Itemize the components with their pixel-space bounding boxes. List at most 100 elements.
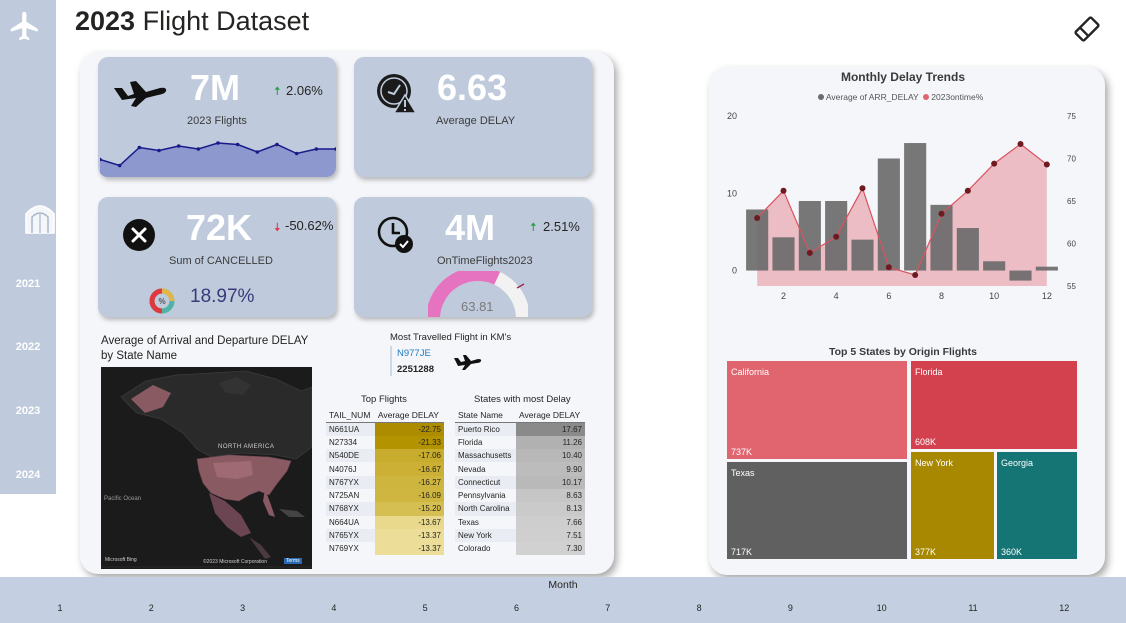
year-2023[interactable]: 2023 (0, 405, 56, 417)
state-delay-row[interactable]: New York 7.51 (455, 528, 585, 543)
ontime-point[interactable] (833, 233, 840, 240)
month-tick[interactable]: 9 (780, 603, 800, 613)
delay-bar[interactable] (851, 239, 874, 271)
treemap-tile-florida[interactable]: Florida 608K (911, 361, 1077, 449)
month-tick[interactable]: 7 (598, 603, 618, 613)
plane-small-icon (454, 355, 482, 370)
month-tick[interactable]: 2 (141, 603, 161, 613)
tile-value: 608K (915, 437, 937, 447)
col-header[interactable]: Average DELAY (516, 410, 585, 423)
year-2022[interactable]: 2022 (0, 341, 56, 353)
top-flight-row[interactable]: N768YX -15.20 (326, 502, 444, 516)
origin-treemap[interactable]: California 737K Texas 717K Florida 608K … (727, 361, 1078, 559)
ontime-point[interactable] (859, 185, 866, 192)
delay-value: 6.63 (437, 67, 508, 108)
month-tick[interactable]: 3 (233, 603, 253, 613)
state-delay-row[interactable]: Pennsylvania 8.63 (455, 488, 585, 503)
kpi-card-ontime: 4M 🠅 2.51% OnTimeFlights2023 63.81 (354, 197, 592, 317)
monthly-delay-chart[interactable]: 20 10 0 75 70 65 60 55 2 4 6 8 10 12 (716, 104, 1096, 304)
cell-value: 10.40 (516, 449, 585, 463)
cell-name: N765YX (326, 528, 375, 543)
ontime-point[interactable] (938, 210, 945, 217)
ontime-point[interactable] (780, 187, 787, 194)
col-header[interactable]: Average DELAY (374, 410, 444, 423)
top-flight-row[interactable]: N765YX -13.37 (326, 528, 444, 543)
month-tick[interactable]: 11 (963, 603, 983, 613)
delay-bar[interactable] (983, 261, 1006, 271)
state-delay-row[interactable]: Colorado 7.30 (455, 542, 585, 556)
cell-value: 10.17 (516, 475, 585, 489)
top-flight-row[interactable]: N767YX -16.27 (326, 475, 444, 489)
year-2024[interactable]: 2024 (0, 469, 56, 481)
state-delay-row[interactable]: Connecticut 10.17 (455, 475, 585, 489)
top-flight-row[interactable]: N4076J -16.67 (326, 462, 444, 476)
treemap-tile-texas[interactable]: Texas 717K (727, 462, 907, 559)
state-delay-row[interactable]: Florida 11.26 (455, 435, 585, 450)
ontime-point[interactable] (912, 271, 919, 278)
delay-bar[interactable] (1035, 266, 1058, 271)
y2-tick-label: 60 (1067, 240, 1076, 249)
cell-value: -15.20 (374, 502, 444, 516)
top-flight-row[interactable]: N769YX -13.37 (326, 542, 444, 556)
kpi-card-cancelled: 72K 🠇 -50.62% Sum of CANCELLED % 18.97% (98, 197, 336, 317)
month-tick[interactable]: 8 (689, 603, 709, 613)
most-travelled-divider (390, 346, 392, 376)
month-tick[interactable]: 1 (50, 603, 70, 613)
sparkline-point (255, 150, 260, 154)
ontime-point[interactable] (885, 264, 892, 271)
x-tick-label: 6 (886, 291, 891, 301)
ontime-point[interactable] (991, 160, 998, 167)
eraser-icon[interactable] (1070, 12, 1104, 46)
cell-value: 7.66 (516, 515, 585, 529)
delay-bar[interactable] (904, 143, 927, 271)
state-delay-map[interactable]: NORTH AMERICA Pacific Ocean Microsoft Bi… (101, 367, 312, 569)
state-delay-row[interactable]: North Carolina 8.13 (455, 502, 585, 516)
delay-bar[interactable] (956, 228, 979, 271)
top-flight-row[interactable]: N661UA -22.75 (326, 422, 444, 436)
sparkline-point (216, 141, 220, 145)
state-delay-row[interactable]: Puerto Rico 17.67 (455, 422, 585, 436)
year-2021[interactable]: 2021 (0, 278, 56, 290)
month-tick[interactable]: 12 (1054, 603, 1074, 613)
month-tick[interactable]: 10 (872, 603, 892, 613)
delay-bar[interactable] (772, 237, 795, 271)
month-slicer[interactable]: Month 1 2 3 4 5 6 7 8 9 10 11 12 (0, 577, 1126, 623)
delay-bar[interactable] (1009, 270, 1032, 281)
legend-swatch (818, 94, 824, 100)
hangar-icon[interactable] (24, 200, 56, 234)
top-flight-row[interactable]: N725AN -16.09 (326, 488, 444, 503)
top-flight-row[interactable]: N27334 -21.33 (326, 435, 444, 450)
delay-bar[interactable] (877, 158, 900, 271)
ontime-point[interactable] (1043, 161, 1050, 168)
x-tick-label: 4 (834, 291, 839, 301)
treemap-tile-california[interactable]: California 737K (727, 361, 907, 459)
ontime-point[interactable] (964, 187, 971, 194)
cell-name: N27334 (326, 435, 375, 450)
cell-value: 7.30 (516, 542, 585, 556)
month-slicer-title: Month (548, 579, 578, 591)
most-travelled-tail[interactable]: N977JE (397, 348, 431, 359)
top-flight-row[interactable]: N664UA -13.67 (326, 515, 444, 529)
state-delay-row[interactable]: Texas 7.66 (455, 515, 585, 529)
ontime-clock-icon (377, 216, 413, 253)
ontime-point[interactable] (754, 215, 761, 221)
cancelled-label: Sum of CANCELLED (169, 255, 273, 267)
tile-name: Georgia (1001, 458, 1034, 468)
cell-name: N767YX (326, 475, 375, 489)
state-delay-row[interactable]: Massachusetts 10.40 (455, 449, 585, 463)
treemap-tile-georgia[interactable]: Georgia 360K (997, 452, 1077, 559)
col-header[interactable]: TAIL_NUM (326, 410, 375, 423)
treemap-tile-new-york[interactable]: New York 377K (911, 452, 994, 559)
sparkline-point (314, 147, 319, 151)
top-flight-row[interactable]: N540DE -17.06 (326, 449, 444, 463)
tile-name: Florida (915, 367, 943, 377)
month-tick[interactable]: 4 (324, 603, 344, 613)
month-tick[interactable]: 5 (415, 603, 435, 613)
month-tick[interactable]: 6 (507, 603, 527, 613)
ontime-point[interactable] (1017, 141, 1024, 148)
map-terms-link[interactable]: Terms (284, 558, 302, 564)
col-header[interactable]: State Name (455, 410, 516, 423)
sparkline-point (137, 145, 142, 150)
ontime-point[interactable] (806, 249, 813, 256)
state-delay-row[interactable]: Nevada 9.90 (455, 462, 585, 476)
